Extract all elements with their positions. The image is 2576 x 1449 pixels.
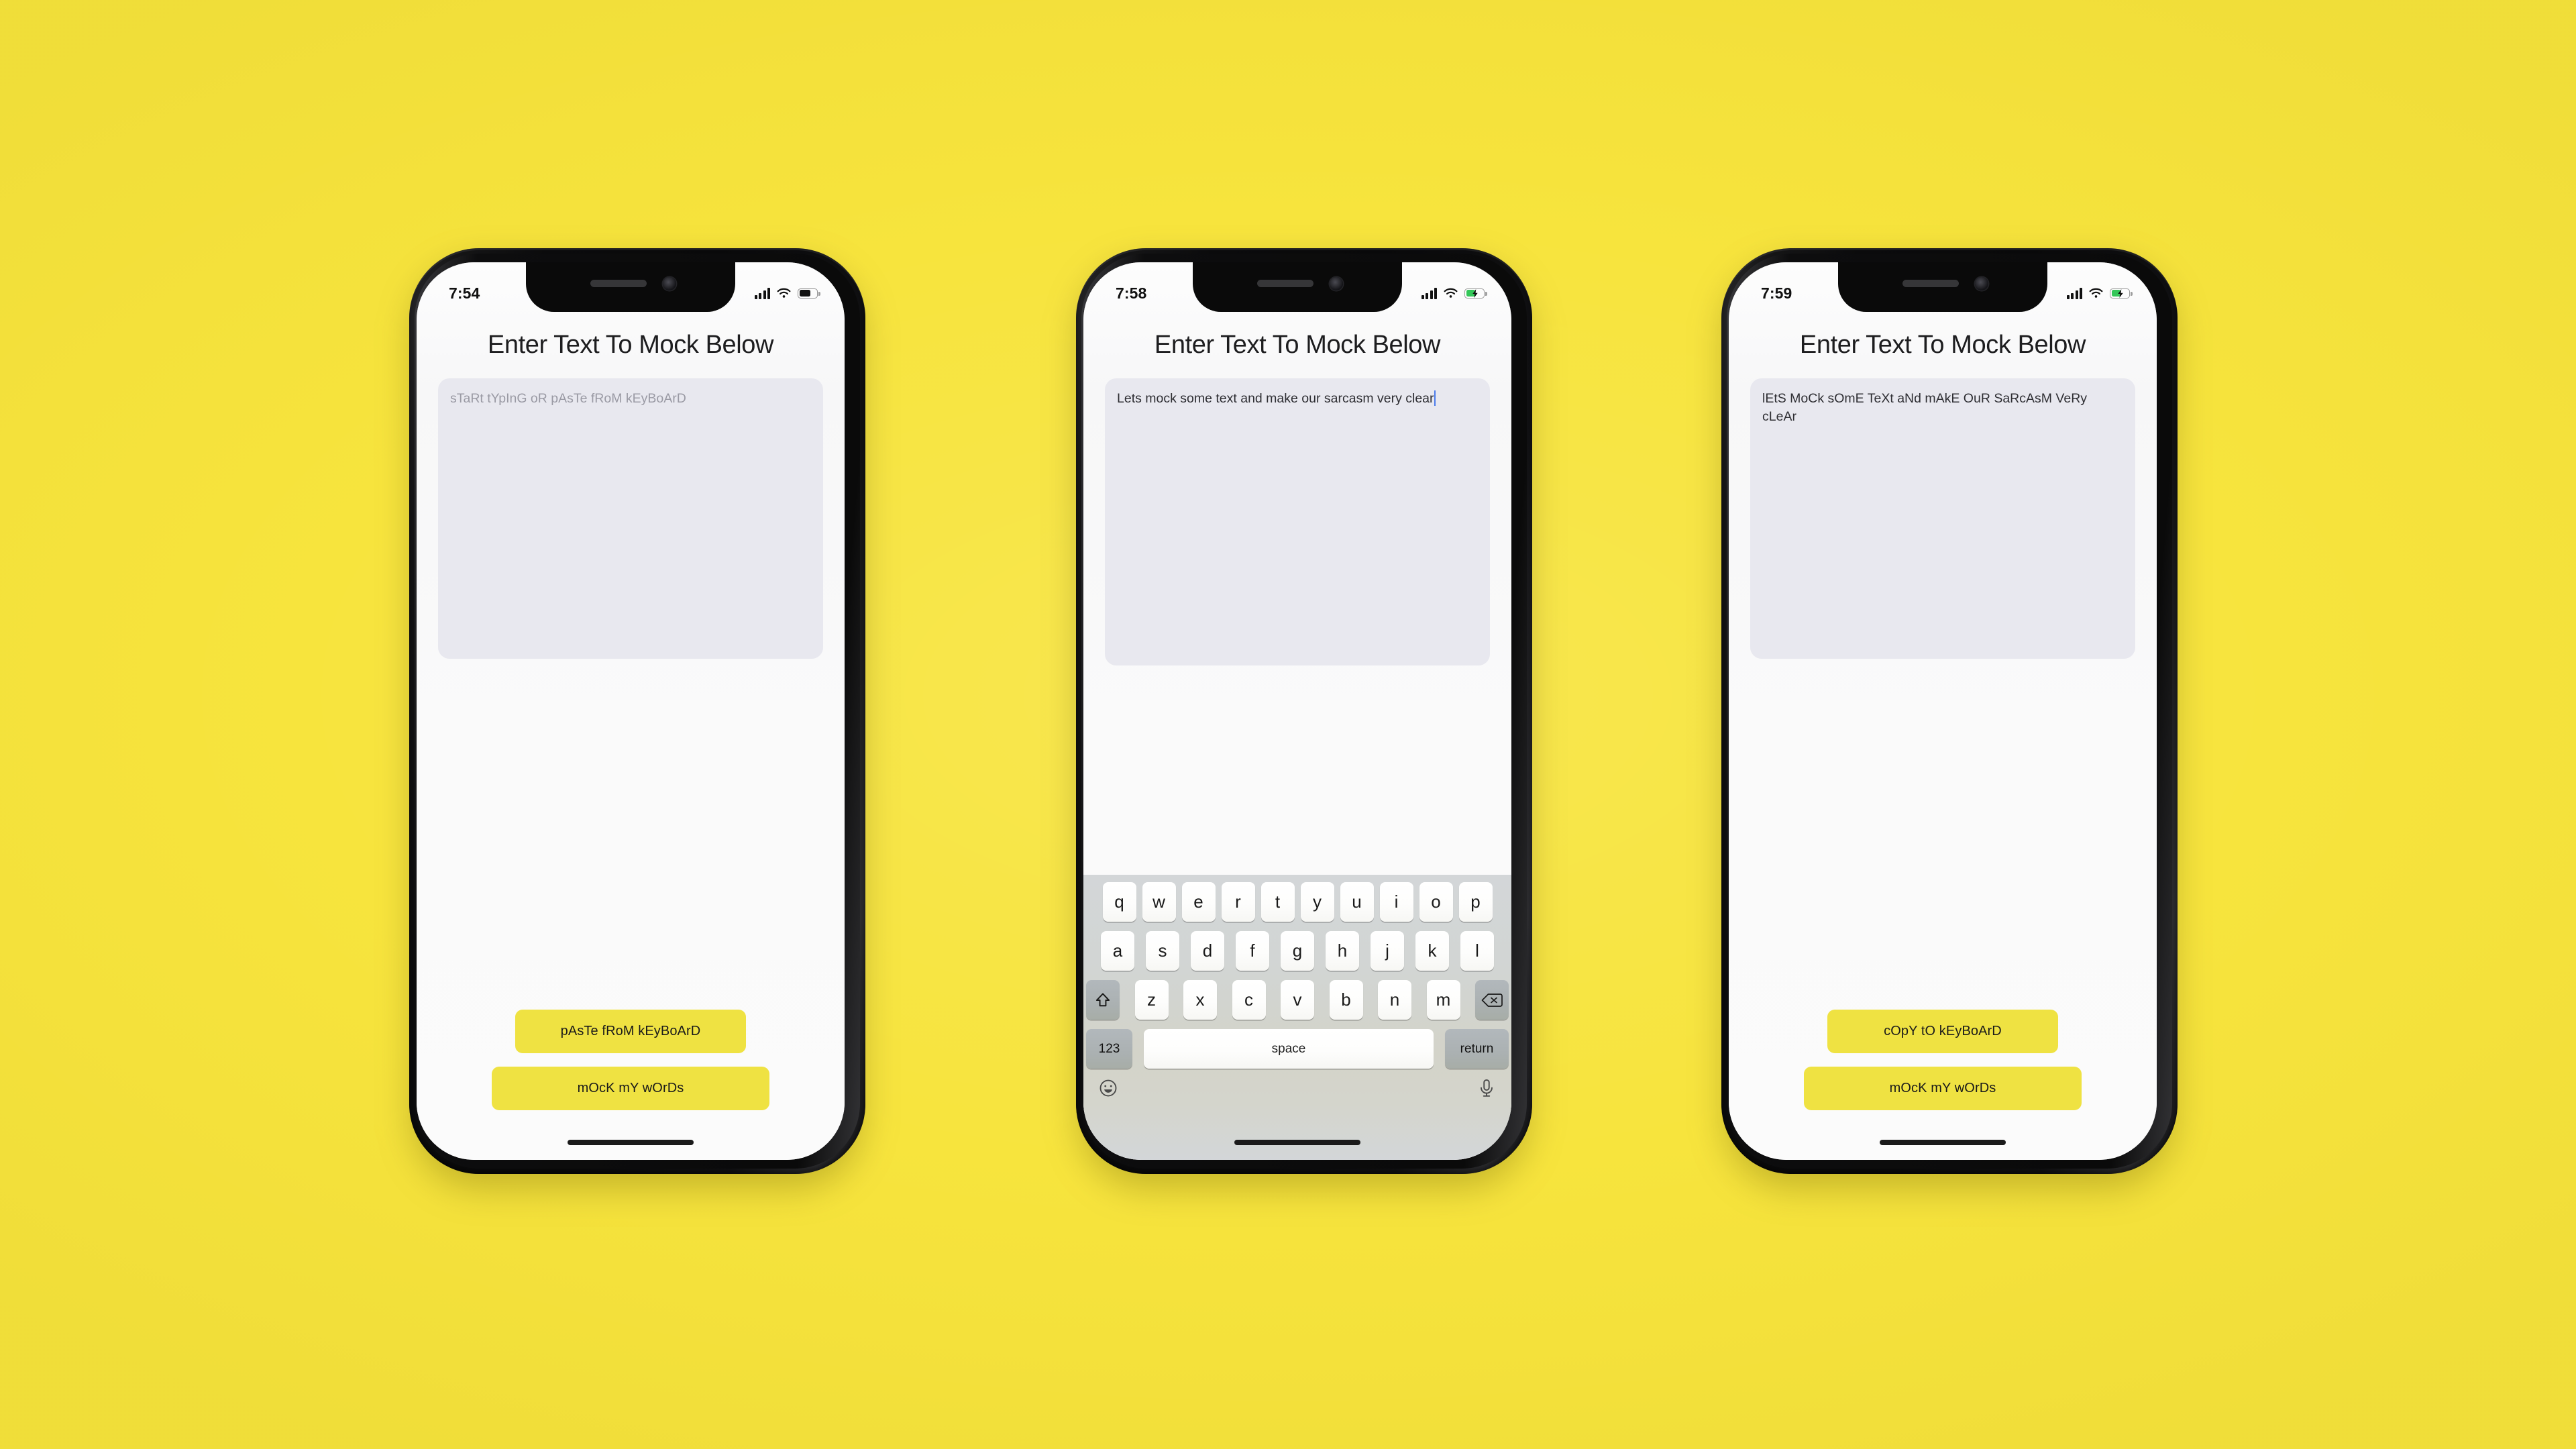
keyboard-row-1: q w e r t y u i o p: [1083, 882, 1511, 922]
key-g[interactable]: g: [1281, 931, 1314, 971]
return-key[interactable]: return: [1445, 1029, 1509, 1069]
home-indicator[interactable]: [1234, 1140, 1360, 1145]
status-time: 7:59: [1761, 284, 1792, 302]
key-p[interactable]: p: [1458, 882, 1493, 922]
charging-bolt-icon: [2118, 289, 2123, 298]
phone-screen: 7:59 Enter Text To Mock Below lEtS MoCk …: [1729, 262, 2157, 1160]
key-c[interactable]: c: [1232, 980, 1266, 1020]
keyboard-row-2: a s d f g h j k l: [1083, 931, 1511, 971]
status-bar: 7:58: [1083, 262, 1511, 312]
wifi-icon: [1444, 288, 1458, 298]
key-w[interactable]: w: [1142, 882, 1176, 922]
key-t[interactable]: t: [1260, 882, 1295, 922]
key-x[interactable]: x: [1183, 980, 1217, 1020]
mock-text-input[interactable]: Lets mock some text and make our sarcasm…: [1105, 378, 1490, 665]
wifi-icon: [777, 288, 791, 298]
text-cursor: [1434, 390, 1436, 406]
key-q[interactable]: q: [1102, 882, 1136, 922]
shift-icon: [1095, 992, 1110, 1006]
phone-1: 7:54 Enter Text To Mock Below sTaRt tYpI…: [402, 248, 872, 1189]
shift-key[interactable]: [1086, 980, 1120, 1020]
status-bar: 7:59: [1729, 262, 2157, 312]
signal-icon: [2066, 287, 2082, 299]
key-s[interactable]: s: [1146, 931, 1179, 971]
status-icons: [1421, 287, 1487, 299]
status-time: 7:58: [1116, 284, 1147, 302]
key-i[interactable]: i: [1379, 882, 1413, 922]
wifi-icon: [2089, 288, 2103, 298]
backspace-key[interactable]: [1475, 980, 1509, 1020]
key-j[interactable]: j: [1371, 931, 1404, 971]
signal-icon: [1421, 287, 1437, 299]
numeric-key[interactable]: 123: [1086, 1029, 1132, 1069]
key-k[interactable]: k: [1415, 931, 1449, 971]
paste-from-keyboard-button[interactable]: pAsTe fRoM kEyBoArD: [515, 1010, 746, 1053]
mock-my-words-button[interactable]: mOcK mY wOrDs: [1804, 1067, 2082, 1110]
key-y[interactable]: y: [1300, 882, 1334, 922]
key-a[interactable]: a: [1101, 931, 1134, 971]
mock-my-words-button[interactable]: mOcK mY wOrDs: [492, 1067, 769, 1110]
action-buttons: pAsTe fRoM kEyBoArD mOcK mY wOrDs: [417, 1010, 845, 1110]
text-input-value: lEtS MoCk sOmE TeXt aNd mAkE OuR SaRcAsM…: [1762, 391, 2091, 424]
key-n[interactable]: n: [1378, 980, 1411, 1020]
battery-charging-icon: [1464, 288, 1487, 299]
key-d[interactable]: d: [1191, 931, 1224, 971]
phone-mockup-stage: 7:54 Enter Text To Mock Below sTaRt tYpI…: [0, 0, 2576, 1449]
key-h[interactable]: h: [1326, 931, 1359, 971]
home-indicator[interactable]: [568, 1140, 694, 1145]
mock-text-input[interactable]: sTaRt tYpInG oR pAsTe fRoM kEyBoArD: [438, 378, 823, 659]
key-f[interactable]: f: [1236, 931, 1269, 971]
signal-icon: [754, 287, 770, 299]
page-title: Enter Text To Mock Below: [487, 331, 774, 359]
text-input-placeholder: sTaRt tYpInG oR pAsTe fRoM kEyBoArD: [450, 391, 686, 406]
status-icons: [754, 287, 820, 299]
phone-screen: 7:58 Enter Text To Mock Below Lets mock …: [1083, 262, 1511, 1160]
key-z[interactable]: z: [1134, 980, 1169, 1020]
keyboard-bottom-bar: [1083, 1069, 1511, 1098]
mock-text-input[interactable]: lEtS MoCk sOmE TeXt aNd mAkE OuR SaRcAsM…: [1750, 378, 2135, 659]
backspace-icon: [1481, 993, 1503, 1007]
microphone-icon[interactable]: [1477, 1078, 1497, 1098]
action-buttons: cOpY tO kEyBoArD mOcK mY wOrDs: [1729, 1010, 2157, 1110]
status-icons: [2066, 287, 2133, 299]
keyboard-row-4: 123 space return: [1083, 1029, 1511, 1069]
page-title: Enter Text To Mock Below: [1799, 331, 2086, 359]
key-b[interactable]: b: [1329, 980, 1363, 1020]
home-indicator[interactable]: [1880, 1140, 2006, 1145]
emoji-icon[interactable]: [1098, 1078, 1118, 1098]
key-r[interactable]: r: [1221, 882, 1255, 922]
key-l[interactable]: l: [1460, 931, 1494, 971]
battery-charging-icon: [2110, 288, 2133, 299]
on-screen-keyboard: q w e r t y u i o p a s d f g h j k l z …: [1083, 875, 1511, 1160]
keyboard-row-3: z x c v b n m: [1083, 980, 1511, 1020]
status-time: 7:54: [449, 284, 480, 302]
key-o[interactable]: o: [1419, 882, 1453, 922]
status-bar: 7:54: [417, 262, 845, 312]
phone-3: 7:59 Enter Text To Mock Below lEtS MoCk …: [1715, 248, 2184, 1189]
key-m[interactable]: m: [1426, 980, 1460, 1020]
key-u[interactable]: u: [1340, 882, 1374, 922]
phone-2: 7:58 Enter Text To Mock Below Lets mock …: [1069, 248, 1539, 1189]
phone-screen: 7:54 Enter Text To Mock Below sTaRt tYpI…: [417, 262, 845, 1160]
battery-icon: [798, 288, 820, 299]
copy-to-keyboard-button[interactable]: cOpY tO kEyBoArD: [1827, 1010, 2058, 1053]
charging-bolt-icon: [1472, 289, 1478, 298]
space-key[interactable]: space: [1144, 1029, 1434, 1069]
key-v[interactable]: v: [1281, 980, 1314, 1020]
text-input-value: Lets mock some text and make our sarcasm…: [1117, 390, 1478, 408]
page-title: Enter Text To Mock Below: [1154, 331, 1441, 359]
key-e[interactable]: e: [1181, 882, 1216, 922]
